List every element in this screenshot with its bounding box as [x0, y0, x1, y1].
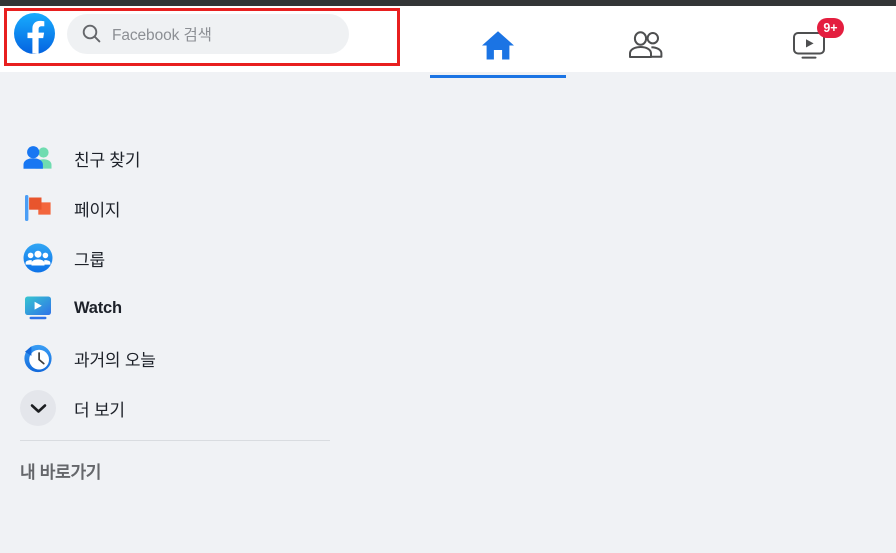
facebook-f-glyph [27, 20, 45, 54]
header-left-group: Facebook 검색 [14, 13, 349, 54]
facebook-mobile-web-page: Facebook 검색 9+ 친구 찾기 페이지 그룹 Watch 과거의 오늘… [0, 0, 896, 553]
facebook-logo[interactable] [14, 13, 55, 54]
groups-icon [20, 240, 56, 276]
sidebar-item-label: 그룹 [74, 250, 105, 270]
tab-watch[interactable]: 9+ [726, 12, 896, 78]
tab-home[interactable] [430, 12, 566, 78]
sidebar-item-label: 과거의 오늘 [74, 350, 156, 370]
home-icon [482, 30, 514, 59]
sidebar-item-label: 페이지 [74, 200, 121, 220]
sidebar-item-watch[interactable]: Watch [0, 290, 330, 326]
sidebar-item-groups[interactable]: 그룹 [0, 240, 330, 276]
sidebar-item-pages[interactable]: 페이지 [0, 190, 330, 226]
search-input[interactable]: Facebook 검색 [67, 13, 349, 54]
tab-friends[interactable] [566, 12, 726, 78]
sidebar-item-see-more[interactable]: 더 보기 [0, 390, 330, 426]
site-header: Facebook 검색 9+ [0, 6, 896, 78]
clock-icon [20, 340, 56, 376]
sidebar-item-label: Watch [74, 298, 122, 317]
friends-color-icon [20, 140, 56, 176]
flag-icon [20, 190, 56, 226]
sidebar-item-label: 친구 찾기 [74, 150, 141, 170]
sidebar-item-find-friends[interactable]: 친구 찾기 [0, 140, 330, 176]
sidebar-item-label: 더 보기 [74, 400, 125, 420]
see-more-icon-wrap [20, 390, 56, 426]
sidebar-item-memories[interactable]: 과거의 오늘 [0, 340, 330, 376]
search-icon [82, 24, 101, 43]
primary-nav-tabs: 9+ [430, 12, 896, 78]
watch-color-icon [20, 290, 56, 326]
sidebar-divider [20, 440, 330, 441]
left-sidebar-menu: 친구 찾기 페이지 그룹 Watch 과거의 오늘 더 보기 내 바로가기 [0, 72, 330, 553]
search-placeholder-text: Facebook 검색 [112, 26, 212, 44]
shortcuts-section-title: 내 바로가기 [20, 463, 102, 482]
active-tab-underline [430, 75, 566, 78]
watch-notification-badge: 9+ [817, 18, 844, 38]
friends-icon [629, 31, 663, 58]
chevron-down-icon [20, 390, 56, 426]
